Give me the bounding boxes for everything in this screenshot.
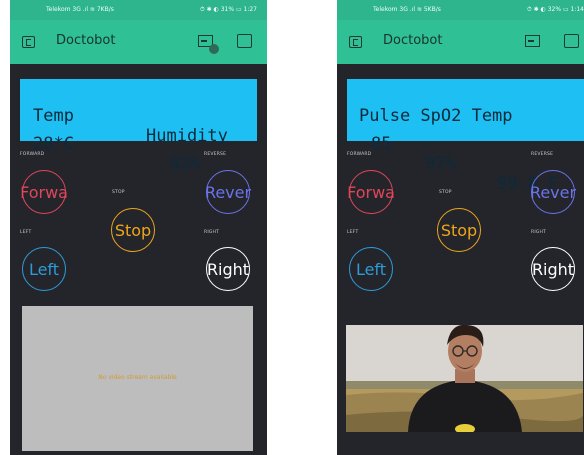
- lcd-display: Temp Humidity 28*C 82%: [20, 79, 257, 174]
- reverse-button[interactable]: Rever: [205, 170, 251, 214]
- video-stream: [346, 325, 583, 432]
- lcd-display: Pulse SpO2 Temp 85 97% 99.8 F: [347, 79, 584, 194]
- carrier-status: Telekom 3G .ıl ≋ 5KB/s: [373, 6, 441, 13]
- touch-indicator: [209, 44, 219, 54]
- left-caption: LEFT: [20, 230, 32, 235]
- reverse-button[interactable]: Rever: [530, 170, 576, 214]
- stop-caption: STOP: [439, 190, 452, 195]
- exit-icon[interactable]: [22, 36, 35, 48]
- system-status: ⏱ ✱ ◐ 31% ▭ 1:27: [200, 6, 257, 13]
- square-icon[interactable]: [564, 34, 579, 48]
- system-status: ⏱ ✱ ◐ 32% ▭ 1:14: [527, 6, 584, 13]
- video-stream: No video stream available: [22, 306, 253, 451]
- app-title: Doctobot: [56, 33, 116, 48]
- right-caption: RIGHT: [204, 230, 220, 235]
- carrier-status: Telekom 3G .ıl ≋ 7KB/s: [46, 6, 114, 13]
- left-caption: LEFT: [347, 230, 359, 235]
- right-button[interactable]: Right: [206, 247, 250, 291]
- status-bar: Telekom 3G .ıl ≋ 5KB/s ⏱ ✱ ◐ 32% ▭ 1:14: [337, 0, 584, 20]
- lcd-humidity-value: 82%: [170, 154, 201, 174]
- left-button[interactable]: Left: [349, 247, 393, 291]
- right-button[interactable]: Right: [531, 247, 575, 291]
- reverse-caption: REVERSE: [204, 152, 227, 157]
- app-header: Doctobot: [10, 20, 267, 64]
- video-placeholder-text: No video stream available: [98, 374, 177, 381]
- board-icon[interactable]: [525, 35, 540, 47]
- forward-caption: FORWARD: [347, 152, 372, 157]
- status-bar: Telekom 3G .ıl ≋ 7KB/s ⏱ ✱ ◐ 31% ▭ 1:27: [10, 0, 267, 20]
- left-button[interactable]: Left: [22, 247, 66, 291]
- lcd-temp-value: 28*C: [33, 134, 74, 154]
- stop-caption: STOP: [112, 190, 125, 195]
- phone-screen-left: Telekom 3G .ıl ≋ 7KB/s ⏱ ✱ ◐ 31% ▭ 1:27 …: [10, 0, 267, 455]
- square-icon[interactable]: [237, 34, 252, 48]
- app-title: Doctobot: [383, 33, 443, 48]
- phone-screen-right: Telekom 3G .ıl ≋ 5KB/s ⏱ ✱ ◐ 32% ▭ 1:14 …: [337, 0, 584, 455]
- stop-button[interactable]: Stop: [437, 208, 481, 252]
- forward-button[interactable]: Forwa: [347, 170, 395, 214]
- forward-caption: FORWARD: [20, 152, 45, 157]
- lcd-pulse-value: 85: [371, 134, 392, 154]
- forward-button[interactable]: Forwa: [20, 170, 68, 214]
- right-caption: RIGHT: [531, 230, 547, 235]
- exit-icon[interactable]: [349, 36, 362, 48]
- app-header: Doctobot: [337, 20, 584, 64]
- reverse-caption: REVERSE: [531, 152, 554, 157]
- lcd-spo2-value: 97%: [425, 154, 456, 174]
- video-frame-image: [346, 325, 583, 432]
- stop-button[interactable]: Stop: [111, 208, 155, 252]
